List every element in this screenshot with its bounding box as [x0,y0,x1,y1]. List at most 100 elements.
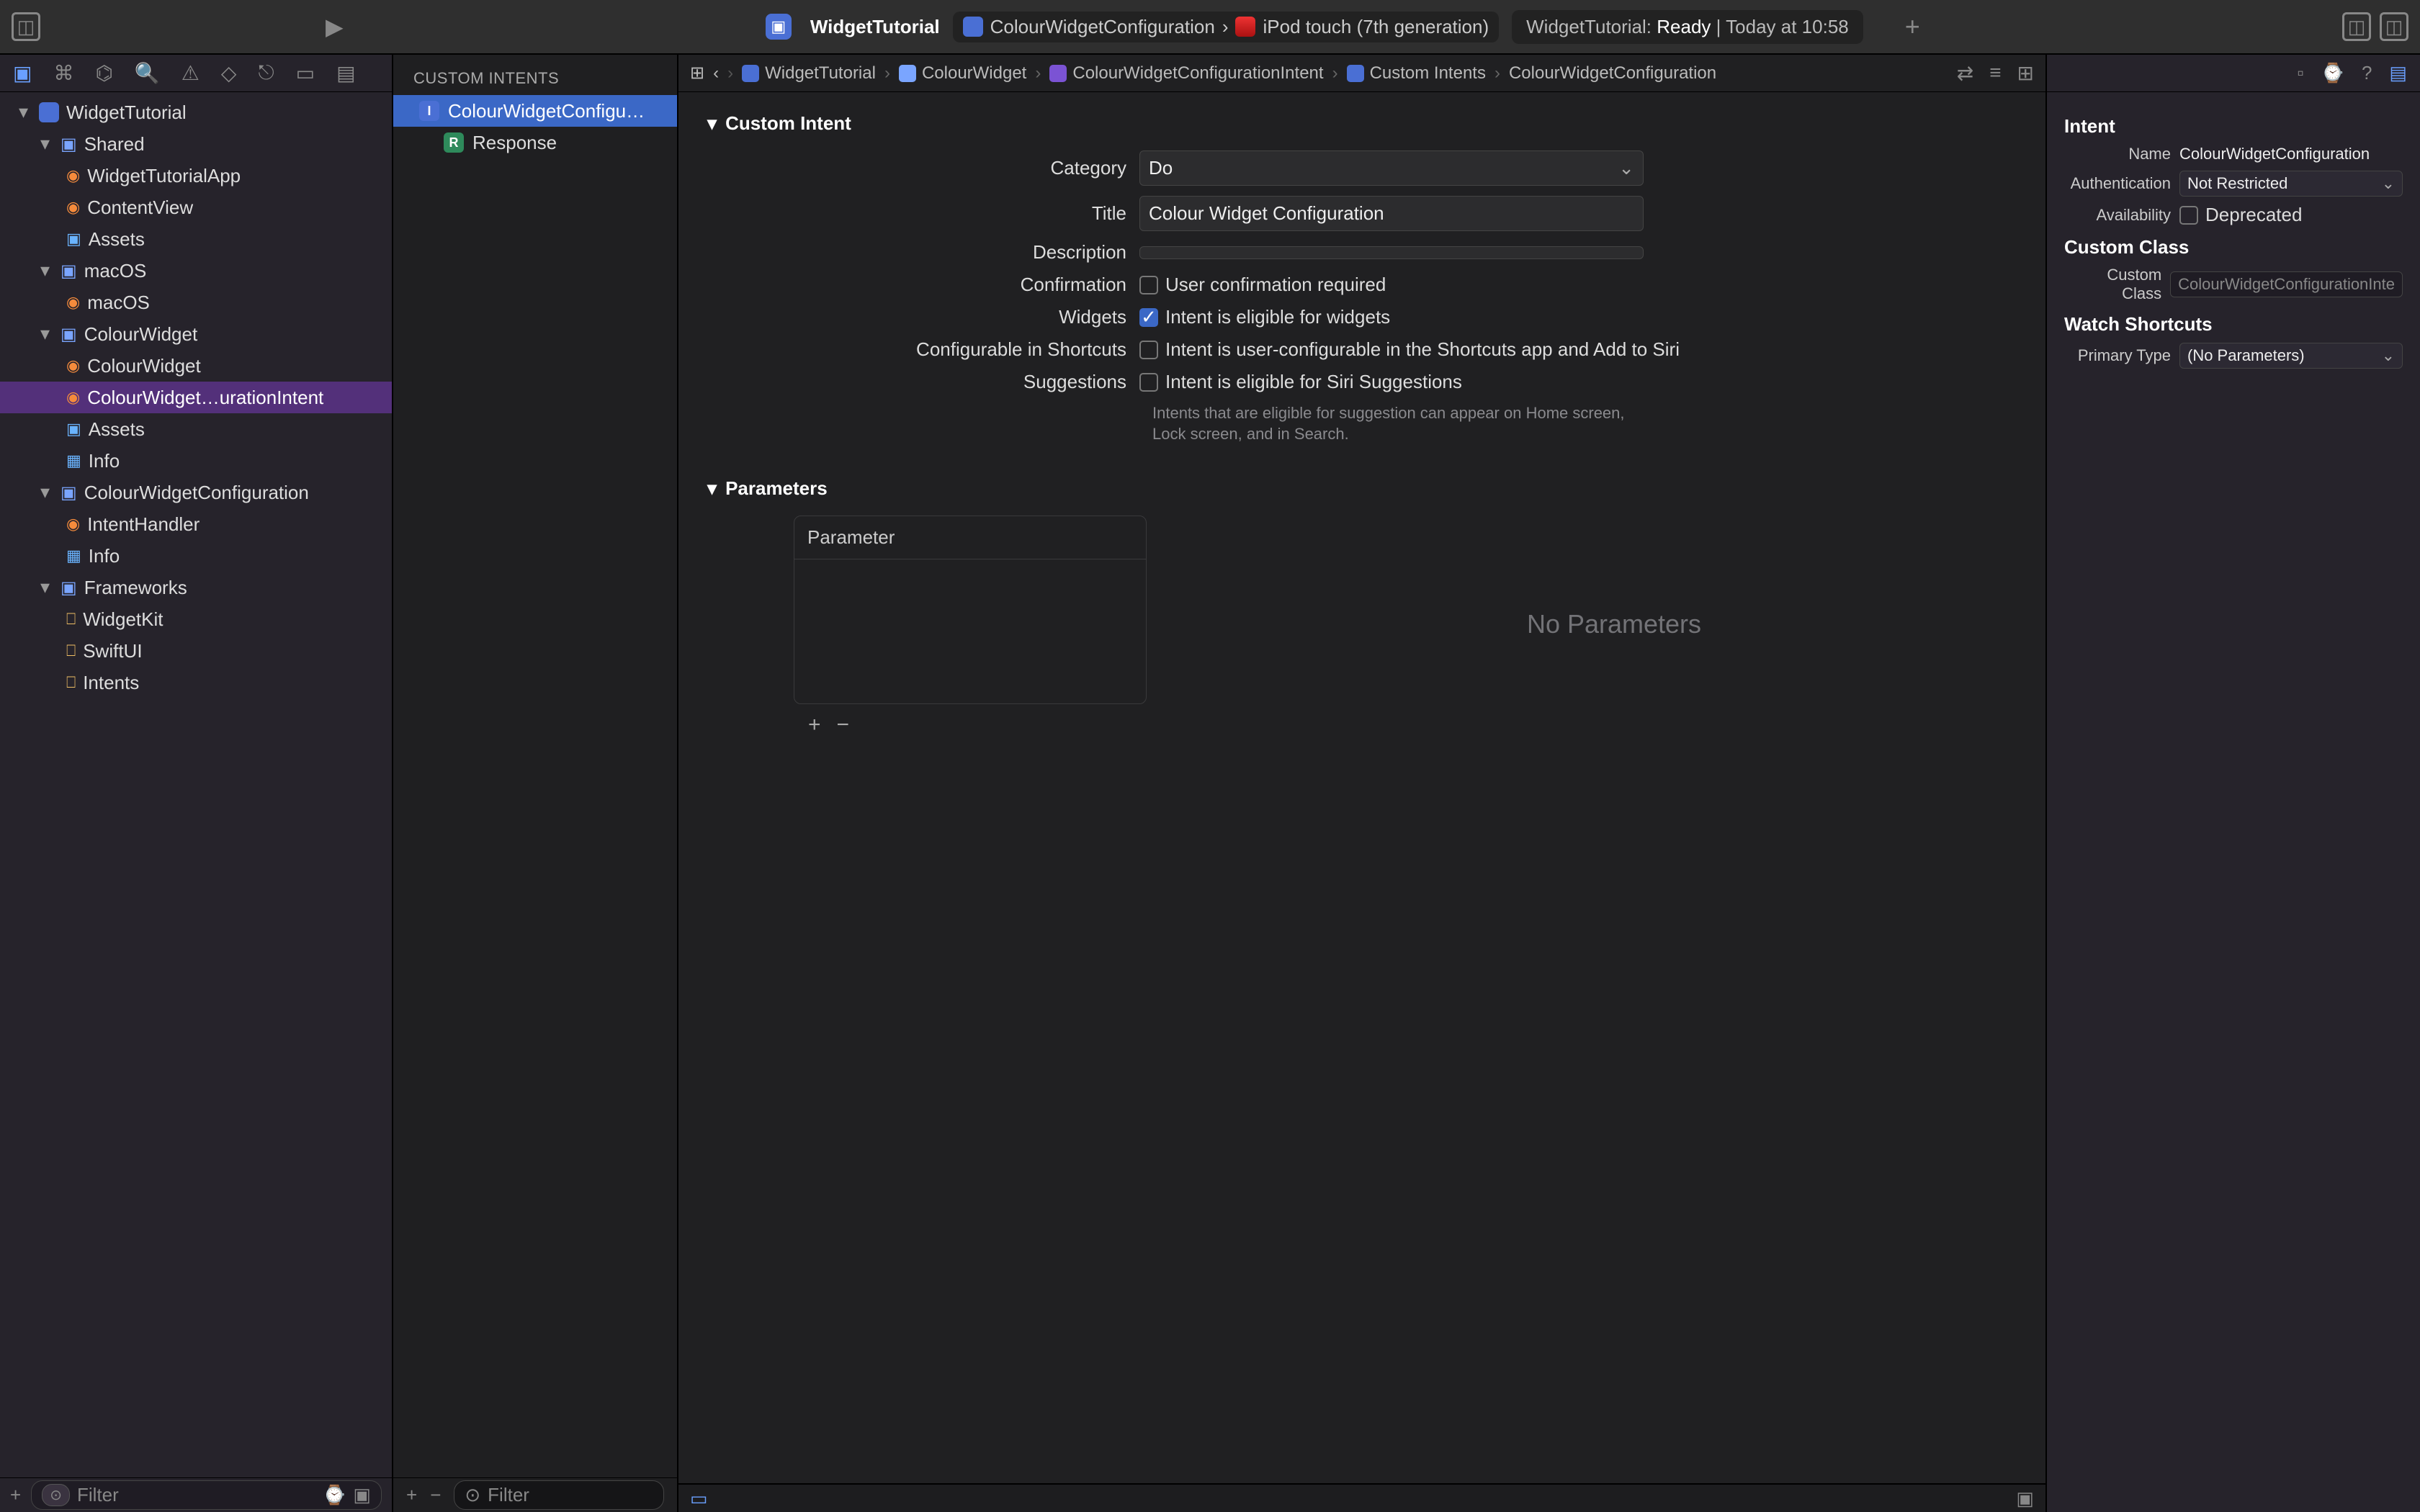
folder-icon: ▣ [60,134,77,155]
label-shortcuts: Configurable in Shortcuts [707,338,1139,361]
navigator-footer: + ⊙ Filter ⌚ ▣ [0,1477,392,1512]
crumb-folder[interactable]: ColourWidget [899,63,1026,84]
attributes-inspector-tab[interactable]: ▤ [2389,62,2407,84]
recent-icon[interactable]: ⌚ [323,1484,346,1506]
category-select[interactable]: Do [1139,150,1644,186]
help-inspector-tab[interactable]: ? [2362,62,2372,84]
widgets-checkbox[interactable]: ✓ [1139,308,1158,327]
label-title: Title [707,202,1139,225]
project-tree: ▾WidgetTutorial ▾▣Shared ◉WidgetTutorial… [0,92,392,1477]
suggestions-checkbox[interactable] [1139,373,1158,392]
symbol-tab[interactable]: ⌬ [95,61,112,85]
tree-group-frameworks[interactable]: ▾▣Frameworks [0,572,392,603]
section-parameters[interactable]: ▾Parameters [707,477,2017,500]
navigator-filter[interactable]: ⊙ Filter ⌚ ▣ [31,1480,382,1510]
run-button[interactable]: ▶ [326,13,344,40]
filter-scope-icon[interactable]: ⊙ [42,1484,70,1506]
description-input[interactable] [1139,246,1644,259]
crumb-file[interactable]: ColourWidgetConfigurationIntent [1049,63,1323,84]
breakpoint-tab[interactable]: ▭ [296,61,315,85]
related-items-icon[interactable]: ⊞ [690,63,704,84]
tree-framework[interactable]: ⎕SwiftUI [0,635,392,667]
navigator-tabs: ▣ ⌘ ⌬ 🔍 ⚠ ◇ ⎋ ▭ ▤ [0,55,392,92]
source-control-tab[interactable]: ⌘ [53,61,73,85]
tree-framework[interactable]: ⎕Intents [0,667,392,698]
confirmation-checkbox[interactable] [1139,276,1158,294]
report-tab[interactable]: ▤ [336,61,355,85]
swift-icon: ◉ [66,356,80,375]
nav-back-button[interactable]: ‹ [713,63,719,84]
intents-filter[interactable]: ⊙ Filter [454,1480,664,1510]
tree-file[interactable]: ◉WidgetTutorialApp [0,160,392,192]
sidebar-toggle-icon[interactable]: ◫ [12,12,40,41]
label-description: Description [707,241,1139,264]
insp-class-input[interactable]: ColourWidgetConfigurationInte [2170,271,2403,297]
test-tab[interactable]: ◇ [221,61,237,85]
library-toggle-icon[interactable]: ◫ [2342,12,2371,41]
inspector-heading-watch: Watch Shortcuts [2064,313,2403,336]
intent-item[interactable]: IColourWidgetConfigu… [393,95,677,127]
find-tab[interactable]: 🔍 [135,61,160,85]
nav-forward-button[interactable]: › [727,63,733,84]
tree-file[interactable]: ▣Assets [0,413,392,445]
debug-view-icon[interactable]: ▭ [690,1488,708,1510]
intents-list: IColourWidgetConfigu… RResponse [393,95,677,1477]
tree-file[interactable]: ◉IntentHandler [0,508,392,540]
widgets-checkbox-label: Intent is eligible for widgets [1165,306,1390,328]
intent-form: ▾Custom Intent CategoryDo TitleColour Wi… [678,92,2045,660]
insp-auth-select[interactable]: Not Restricted [2179,171,2403,197]
tree-project-root[interactable]: ▾WidgetTutorial [0,96,392,128]
add-button[interactable]: + [1905,12,1920,42]
insp-name-value[interactable]: ColourWidgetConfiguration [2179,145,2403,163]
crumb-sep: › [1494,63,1500,84]
tree-file[interactable]: ▦Info [0,540,392,572]
issue-tab[interactable]: ⚠ [182,61,200,85]
tree-file[interactable]: ◉ContentView [0,192,392,223]
history-inspector-tab[interactable]: ⌚ [2321,62,2344,84]
add-editor-icon[interactable]: ⊞ [2017,61,2034,85]
section-custom-intent[interactable]: ▾Custom Intent [707,112,2017,135]
toolbar: ◫ ▶ ▣ WidgetTutorial ColourWidgetConfigu… [0,0,2420,55]
crumb-section[interactable]: Custom Intents [1347,63,1486,84]
title-input[interactable]: Colour Widget Configuration [1139,196,1644,231]
tree-group-macos[interactable]: ▾▣macOS [0,255,392,287]
debug-toggle-icon[interactable]: ▣ [2016,1488,2034,1510]
tree-file[interactable]: ◉ColourWidget [0,350,392,382]
tree-group-shared[interactable]: ▾▣Shared [0,128,392,160]
remove-intent-button[interactable]: − [430,1484,441,1506]
label-suggestions: Suggestions [707,371,1139,393]
swift-icon: ◉ [66,198,80,217]
tree-framework[interactable]: ⎕WidgetKit [0,603,392,635]
intent-response-item[interactable]: RResponse [393,127,677,158]
label-category: Category [707,157,1139,179]
tree-file[interactable]: ◉macOS [0,287,392,318]
scm-filter-icon[interactable]: ▣ [353,1484,371,1506]
editor-layout-icon[interactable]: ≡ [1989,61,2001,85]
shortcuts-checkbox[interactable] [1139,341,1158,359]
project-icon [742,65,759,82]
add-file-button[interactable]: + [10,1484,21,1506]
deprecated-checkbox[interactable] [2179,206,2198,225]
insp-primary-select[interactable]: (No Parameters) [2179,343,2403,369]
tree-file-intent[interactable]: ◉ColourWidget…urationIntent [0,382,392,413]
intents-sidebar: CUSTOM INTENTS IColourWidgetConfigu… RRe… [393,55,678,1512]
tree-group-config[interactable]: ▾▣ColourWidgetConfiguration [0,477,392,508]
framework-icon: ⎕ [66,610,76,629]
file-inspector-tab[interactable]: ▫ [2297,62,2303,84]
tree-group-colourwidget[interactable]: ▾▣ColourWidget [0,318,392,350]
add-intent-button[interactable]: + [406,1484,417,1506]
tree-file[interactable]: ▣Assets [0,223,392,255]
intentdef-icon [1049,65,1067,82]
scheme-selector[interactable]: ColourWidgetConfiguration › iPod touch (… [953,12,1500,42]
project-navigator-tab[interactable]: ▣ [13,61,32,85]
tree-file[interactable]: ▦Info [0,445,392,477]
swap-icon[interactable]: ⇄ [1957,61,1973,85]
crumb-item[interactable]: ColourWidgetConfiguration [1509,63,1716,84]
crumb-project[interactable]: WidgetTutorial [742,63,876,84]
editor-panel: ⊞ ‹ › WidgetTutorial › ColourWidget › Co… [678,55,2045,1512]
swift-icon: ◉ [66,515,80,534]
status-prefix: WidgetTutorial: [1526,16,1652,37]
debug-tab[interactable]: ⎋ [258,61,274,85]
plist-icon: ▦ [66,451,81,470]
inspector-toggle-icon[interactable]: ◫ [2380,12,2408,41]
